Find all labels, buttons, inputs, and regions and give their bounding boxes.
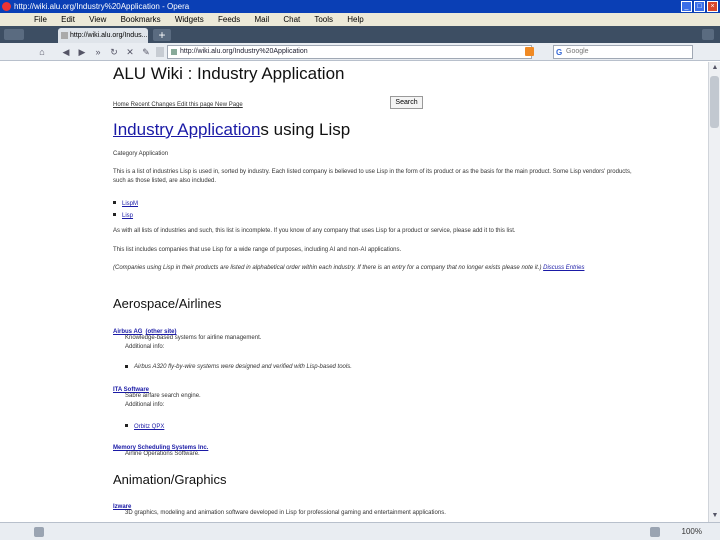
menu-help[interactable]: Help — [347, 15, 363, 24]
bullet-list: LispM Lisp — [113, 196, 633, 220]
orbitz-link[interactable]: Orbitz QPX — [134, 424, 164, 430]
zoom-level[interactable]: 100% — [682, 527, 702, 536]
paragraph-4-text: (Companies using Lisp in their products … — [113, 265, 542, 271]
new-tab-button[interactable]: + — [153, 29, 171, 41]
status-view-icon[interactable] — [650, 527, 660, 537]
navigation-bar: ⌂ ◀ ▶ » ↻ ✕ ✎ http://wiki.alu.org/Indust… — [0, 43, 720, 61]
heading-link[interactable]: Industry Application — [113, 120, 260, 139]
section-heading-animation: Animation/Graphics — [113, 472, 227, 487]
paragraph-3: This list includes companies that use Li… — [113, 247, 402, 253]
company-ita-links: Orbitz QPX — [125, 419, 645, 431]
panel-icon[interactable] — [34, 527, 44, 537]
favicon-icon — [61, 32, 68, 39]
address-field[interactable]: http://wiki.alu.org/Industry%20Applicati… — [167, 45, 532, 59]
close-button[interactable]: × — [707, 1, 718, 12]
bullet-link-lispm[interactable]: LispM — [122, 201, 138, 207]
page-content: ALU Wiki : Industry Application Home Rec… — [30, 62, 708, 522]
company-airbus-line-2: Additional info: — [125, 344, 165, 350]
address-favicon-icon — [171, 49, 177, 55]
paragraph-2: As with all lists of industries and such… — [113, 228, 516, 234]
wand-icon[interactable]: ✎ — [140, 46, 152, 58]
menu-view[interactable]: View — [89, 15, 106, 24]
menu-edit[interactable]: Edit — [61, 15, 75, 24]
menu-file[interactable]: File — [34, 15, 47, 24]
wiki-nav-links[interactable]: Home Recent Changes Edit this page New P… — [113, 102, 633, 108]
discuss-entries-link[interactable]: Discuss Entries — [543, 265, 584, 271]
menu-bookmarks[interactable]: Bookmarks — [121, 15, 161, 24]
page-info-icon[interactable] — [156, 47, 164, 57]
menu-tools[interactable]: Tools — [314, 15, 333, 24]
company-airbus-note: Airbus A320 fly-by-wire systems were des… — [125, 363, 645, 372]
menu-bar: File Edit View Bookmarks Widgets Feeds M… — [0, 13, 720, 26]
search-input[interactable]: G Google — [553, 45, 693, 59]
minimize-button[interactable]: _ — [681, 1, 692, 12]
forward-icon[interactable]: ▶ — [76, 46, 88, 58]
section-heading-aerospace: Aerospace/Airlines — [113, 296, 222, 311]
rss-icon[interactable] — [525, 47, 534, 56]
maximize-button[interactable]: □ — [694, 1, 705, 12]
trash-icon[interactable] — [702, 29, 714, 40]
scroll-up-icon[interactable]: ▲ — [709, 62, 720, 74]
reload-icon[interactable]: ↻ — [108, 46, 120, 58]
page-heading: Industry Applications using Lisp — [113, 120, 633, 140]
wiki-title: ALU Wiki : Industry Application — [113, 64, 345, 83]
company-memory-line-1: Airline Operations Software. — [125, 451, 200, 457]
company-izware-line-1: 3D graphics, modeling and animation soft… — [125, 510, 446, 516]
search-placeholder: Google — [566, 48, 589, 55]
status-bar: 100% — [0, 522, 720, 540]
fast-forward-icon[interactable]: » — [92, 46, 104, 58]
list-item: Lisp — [113, 208, 633, 220]
window-controls: _ □ × — [681, 1, 718, 12]
menu-feeds[interactable]: Feeds — [218, 15, 240, 24]
list-item: LispM — [113, 196, 633, 208]
home-icon[interactable]: ⌂ — [36, 46, 48, 58]
intro-paragraph: This is a list of industries Lisp is use… — [113, 169, 632, 184]
heading-rest: s using Lisp — [260, 120, 351, 139]
company-ita-line-1: Sabre airfare search engine. — [125, 393, 201, 399]
stop-icon[interactable]: ✕ — [124, 46, 136, 58]
back-icon[interactable]: ◀ — [60, 46, 72, 58]
bullet-link-lisp[interactable]: Lisp — [122, 213, 133, 219]
paragraph-4: (Companies using Lisp in their products … — [113, 264, 633, 273]
company-airbus-line-1: Knowledge-based systems for airline mana… — [125, 335, 262, 341]
address-value: http://wiki.alu.org/Industry%20Applicati… — [180, 48, 308, 55]
page-subtitle: Category Application — [113, 151, 169, 157]
vertical-scrollbar[interactable]: ▲ ▼ — [708, 62, 720, 522]
wiki-search-button[interactable]: Search — [390, 96, 423, 109]
tab-active[interactable]: http://wiki.alu.org/Indus... — [58, 28, 148, 43]
window-title-bar: http://wiki.alu.org/Industry%20Applicati… — [0, 0, 720, 13]
window-title: http://wiki.alu.org/Industry%20Applicati… — [14, 2, 190, 11]
menu-mail[interactable]: Mail — [254, 15, 269, 24]
company-ita-line-2: Additional info: — [125, 402, 165, 408]
menu-widgets[interactable]: Widgets — [175, 15, 204, 24]
menu-chat[interactable]: Chat — [283, 15, 300, 24]
opera-icon — [2, 2, 11, 11]
panel-toggle-button[interactable] — [4, 29, 24, 40]
scroll-thumb[interactable] — [710, 76, 719, 128]
google-icon: G — [556, 48, 563, 57]
scroll-down-icon[interactable]: ▼ — [709, 510, 720, 522]
tab-label: http://wiki.alu.org/Indus... — [70, 32, 148, 39]
tab-bar: http://wiki.alu.org/Indus... + — [0, 26, 720, 43]
